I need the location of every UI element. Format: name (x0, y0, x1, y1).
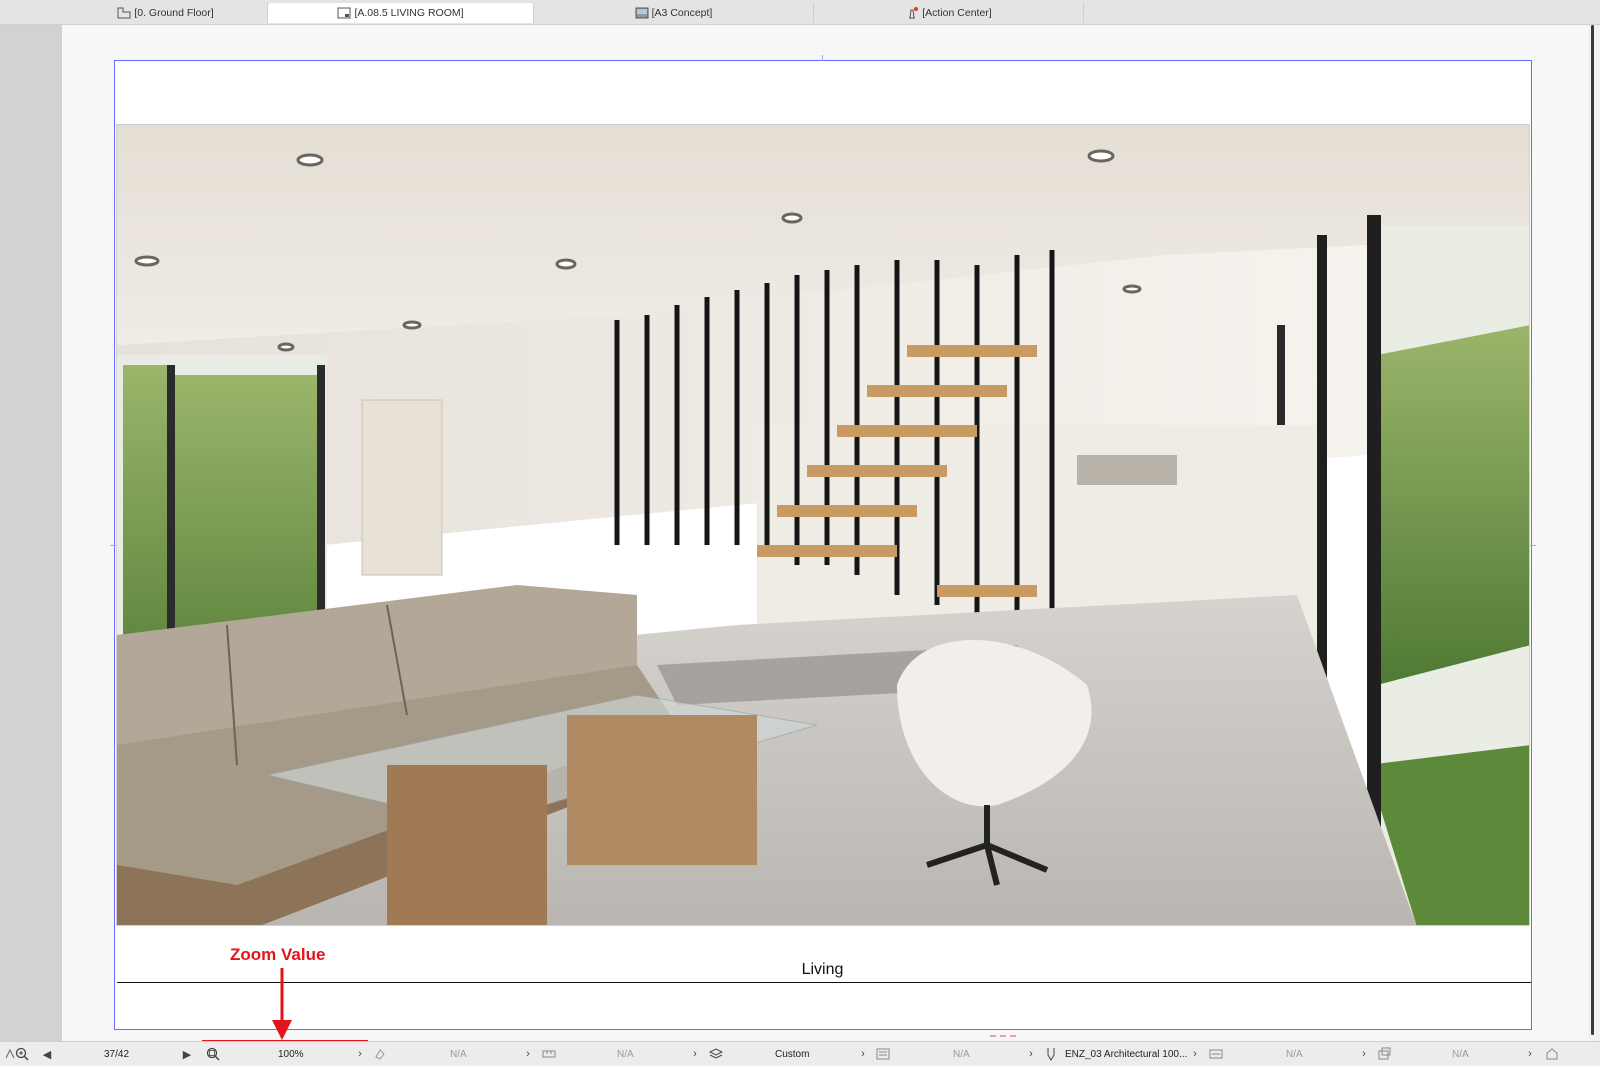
zoom-in-icon[interactable] (14, 1046, 30, 1062)
layer-combination-field[interactable]: Custom (775, 1046, 809, 1062)
chevron-right-icon: › (1362, 1048, 1366, 1060)
building-icon[interactable] (1544, 1046, 1560, 1062)
pen-set-field[interactable]: N/A (953, 1046, 970, 1062)
dimension-menu-button[interactable]: › (1356, 1046, 1372, 1062)
zoom-value-annotation-label: Zoom Value (230, 945, 326, 964)
tab-label: [0. Ground Floor] (134, 7, 214, 19)
orientation-icon[interactable] (372, 1046, 388, 1062)
chevron-right-icon: › (358, 1048, 362, 1060)
interior-render-drawing[interactable] (116, 124, 1530, 926)
chevron-right-icon: › (526, 1048, 530, 1060)
renovation-menu-button[interactable]: › (1522, 1046, 1538, 1062)
left-gutter (0, 25, 62, 1041)
tab-living-room[interactable]: [A.08.5 LIVING ROOM] (268, 3, 534, 23)
tab-a3-concept[interactable]: [A3 Concept] (534, 3, 814, 23)
scale-field[interactable]: N/A (617, 1046, 634, 1062)
zoom-value-field[interactable]: 100% (278, 1046, 304, 1062)
chevron-left-icon: ◀ (42, 1048, 52, 1061)
page-bottom-marker (990, 1035, 1016, 1039)
dimension-field[interactable]: N/A (1286, 1046, 1303, 1062)
drawing-caption: Living (801, 961, 844, 978)
tab-bar: [0. Ground Floor] [A.08.5 LIVING ROOM] [… (0, 0, 1600, 25)
model-view-field[interactable]: ENZ_03 Architectural 100... (1065, 1046, 1187, 1062)
dimension-icon[interactable] (1208, 1046, 1224, 1062)
tab-label: [A.08.5 LIVING ROOM] (354, 7, 464, 19)
tab-ground-floor[interactable]: [0. Ground Floor] (64, 3, 268, 23)
chevron-right-icon: › (1029, 1048, 1033, 1060)
layer-menu-button[interactable]: › (855, 1046, 871, 1062)
chevron-right-icon: ▶ (182, 1048, 192, 1061)
scale-menu-button[interactable]: › (687, 1046, 703, 1062)
orientation-field[interactable]: N/A (450, 1046, 467, 1062)
page-indicator: 37/42 (104, 1048, 130, 1060)
zoom-icon[interactable] (205, 1046, 221, 1062)
pen-set-menu-button[interactable]: › (1023, 1046, 1039, 1062)
renovation-field[interactable]: N/A (1452, 1046, 1469, 1062)
previous-page-button[interactable]: ◀ (39, 1046, 55, 1062)
annotation-arrow-icon (272, 968, 292, 1040)
chevron-right-icon: › (1193, 1048, 1197, 1060)
lighthouse-icon (905, 7, 919, 19)
scale-icon[interactable] (541, 1046, 557, 1062)
tab-label: [A3 Concept] (651, 7, 713, 19)
tab-action-center[interactable]: [Action Center] (814, 3, 1084, 23)
floor-plan-icon (117, 7, 131, 19)
image-icon (635, 7, 649, 19)
living-room-render (117, 125, 1529, 925)
renovation-icon[interactable] (1376, 1046, 1392, 1062)
chevron-right-icon: › (861, 1048, 865, 1060)
model-view-menu-button[interactable]: › (1187, 1046, 1203, 1062)
pen-set-icon[interactable] (875, 1046, 891, 1062)
zoom-menu-button[interactable]: › (352, 1046, 368, 1062)
layers-icon[interactable] (708, 1046, 724, 1062)
scrollbar-thumb[interactable] (1591, 25, 1594, 1035)
caption-underline (117, 982, 1531, 983)
sheet-top-tick (822, 55, 823, 61)
sheet-right-tick (1530, 545, 1536, 546)
chevron-right-icon: › (1528, 1048, 1532, 1060)
next-page-button[interactable]: ▶ (179, 1046, 195, 1062)
chevron-right-icon: › (693, 1048, 697, 1060)
tab-label: [Action Center] (922, 7, 992, 19)
layout-icon (337, 7, 351, 19)
status-bar: ◀ 37/42 ▶ 100% › N/A › N/A › Custom › N/… (0, 1041, 1600, 1066)
model-view-icon[interactable] (1043, 1046, 1059, 1062)
orientation-menu-button[interactable]: › (520, 1046, 536, 1062)
vertical-scrollbar[interactable] (1588, 25, 1600, 1041)
